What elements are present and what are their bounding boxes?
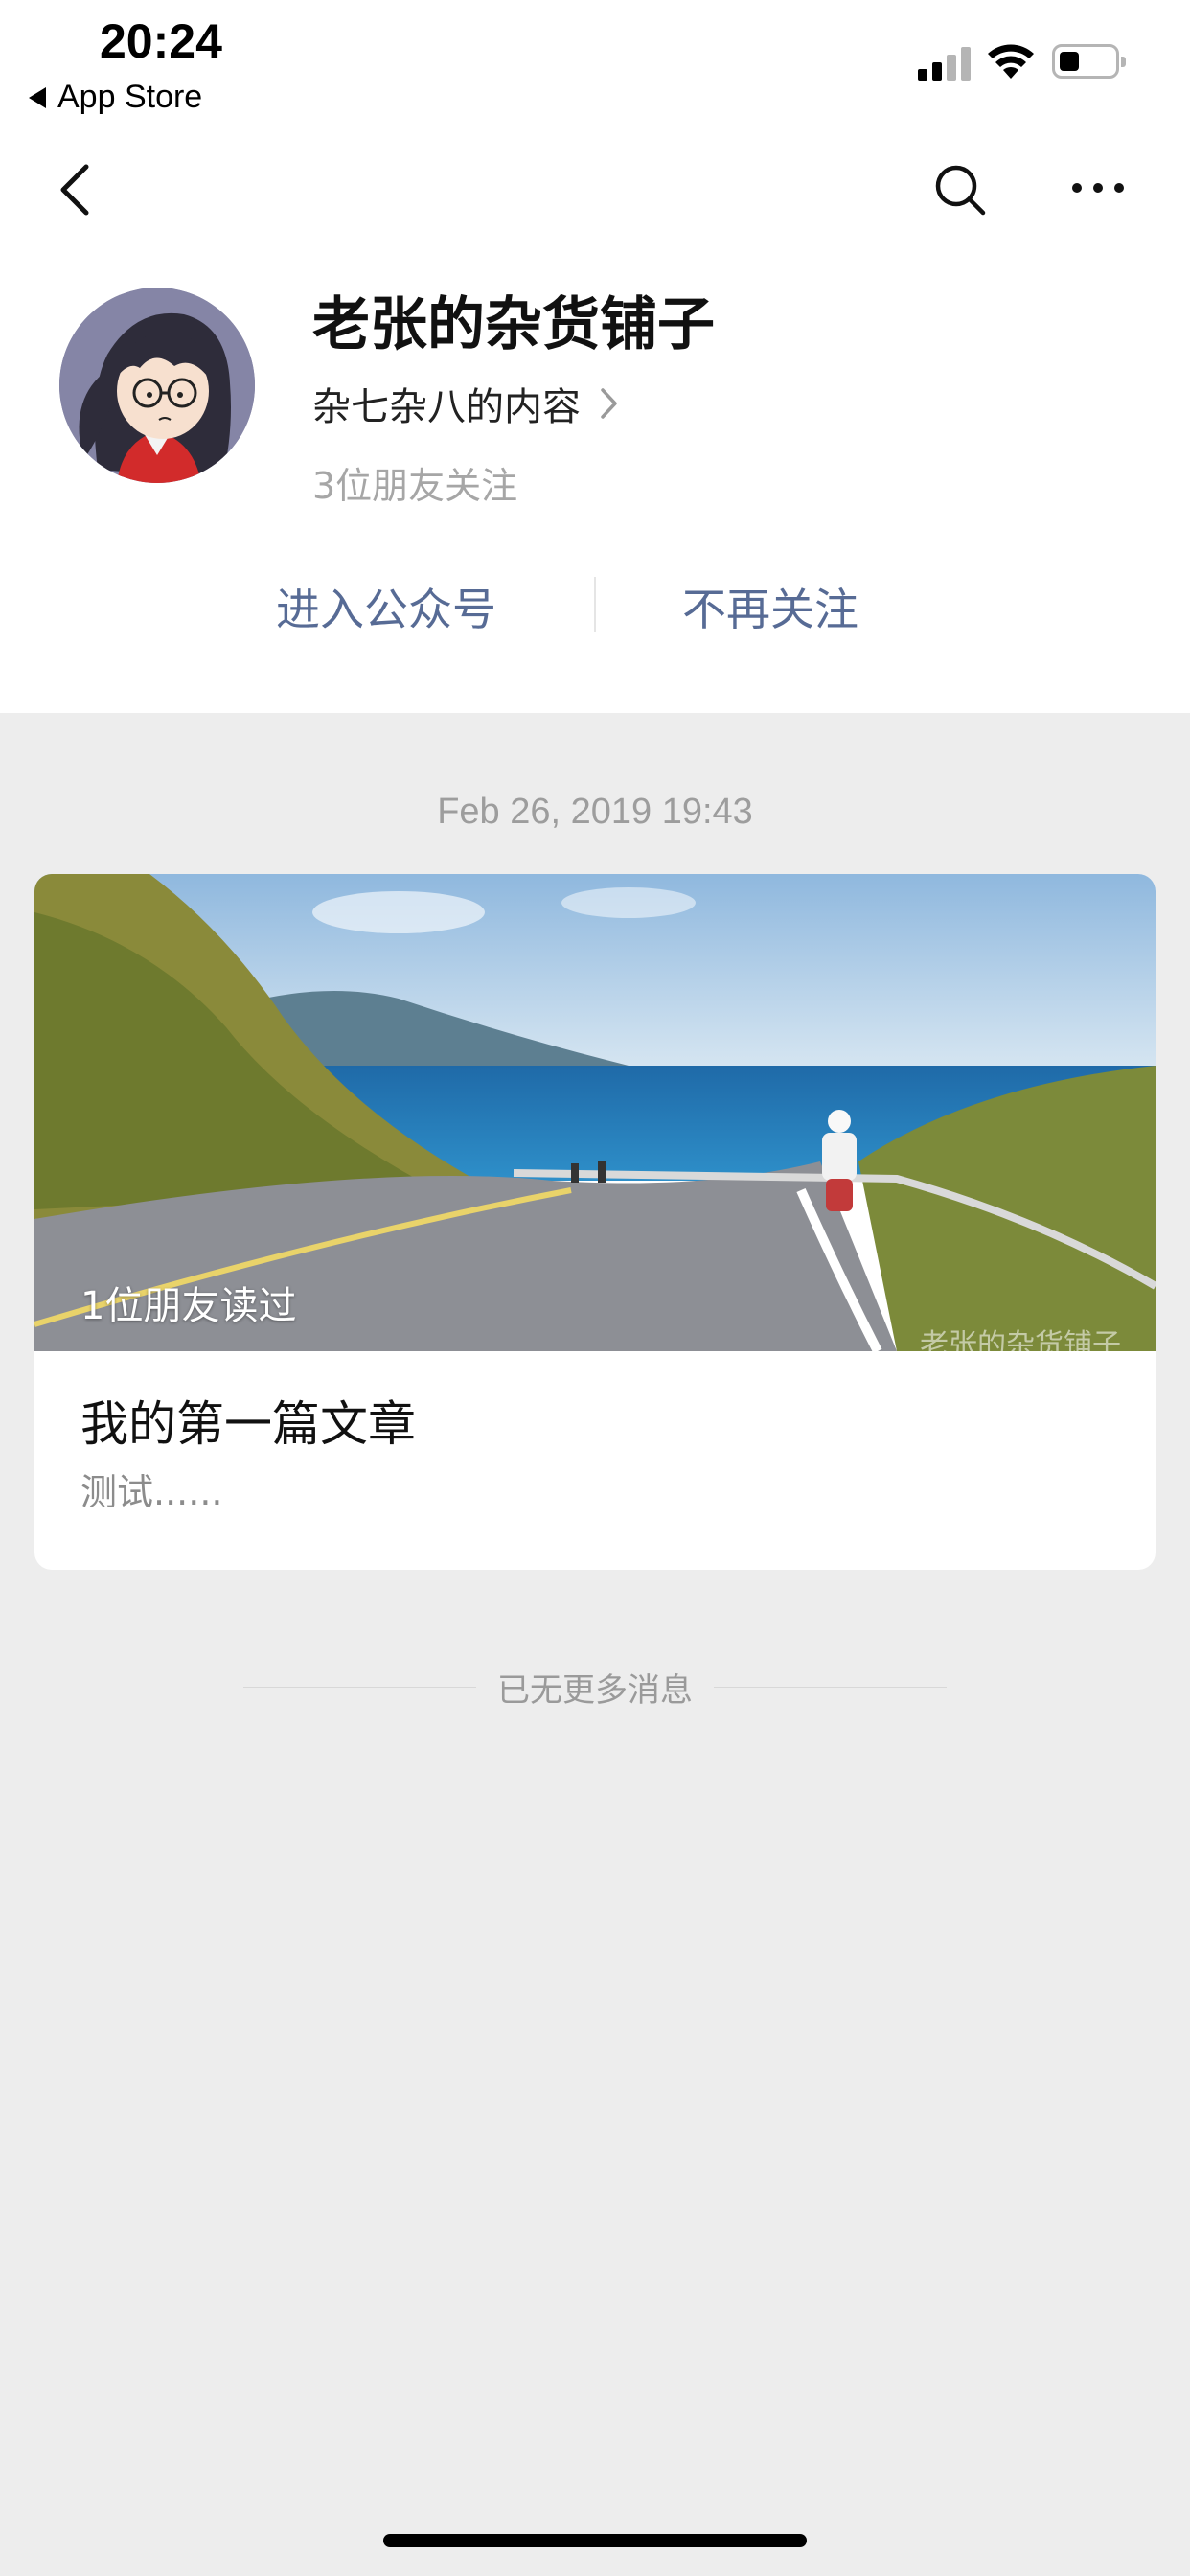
cellular-signal-icon	[918, 47, 971, 80]
back-triangle-icon	[29, 86, 46, 108]
back-to-app-store[interactable]: App Store	[29, 79, 202, 116]
account-description: 杂七杂八的内容	[312, 385, 581, 429]
no-more-messages-text: 已无更多消息	[497, 1671, 693, 1710]
end-of-messages: 已无更多消息	[243, 1664, 947, 1711]
cover-watermark: 老张的杂货铺子	[920, 1328, 1121, 1362]
battery-icon	[1052, 44, 1126, 79]
account-page: 20:24 App Store 老张的杂货铺子 杂七杂八的内容 3位朋友关注 进…	[0, 0, 1190, 2576]
back-arrow-icon[interactable]	[56, 161, 94, 218]
account-name: 老张的杂货铺子	[312, 291, 715, 358]
enter-account-button[interactable]: 进入公众号	[276, 575, 496, 638]
back-app-label: App Store	[57, 79, 203, 115]
followers-count: 3位朋友关注	[312, 465, 518, 507]
article-digest: 测试......	[80, 1471, 223, 1513]
account-description-row[interactable]: 杂七杂八的内容	[312, 376, 619, 431]
status-time: 20:24	[100, 14, 222, 68]
divider-line	[714, 1687, 947, 1688]
account-avatar[interactable]	[59, 288, 255, 483]
more-icon[interactable]	[1071, 178, 1125, 197]
friends-read-badge: 1位朋友读过	[80, 1284, 297, 1328]
unfollow-button[interactable]: 不再关注	[682, 575, 858, 638]
article-card[interactable]: 1位朋友读过 老张的杂货铺子 我的第一篇文章 测试......	[34, 874, 1156, 1570]
search-icon[interactable]	[933, 163, 987, 217]
action-divider	[594, 577, 596, 632]
header-section: 20:24 App Store 老张的杂货铺子 杂七杂八的内容 3位朋友关注 进…	[0, 0, 1190, 713]
article-title: 我的第一篇文章	[80, 1396, 416, 1452]
wifi-icon	[988, 44, 1034, 79]
divider-line	[243, 1687, 476, 1688]
home-indicator[interactable]	[383, 2534, 807, 2547]
chevron-right-icon	[601, 388, 617, 419]
avatar-illustration	[59, 288, 255, 483]
message-date: Feb 26, 2019 19:43	[437, 792, 753, 832]
